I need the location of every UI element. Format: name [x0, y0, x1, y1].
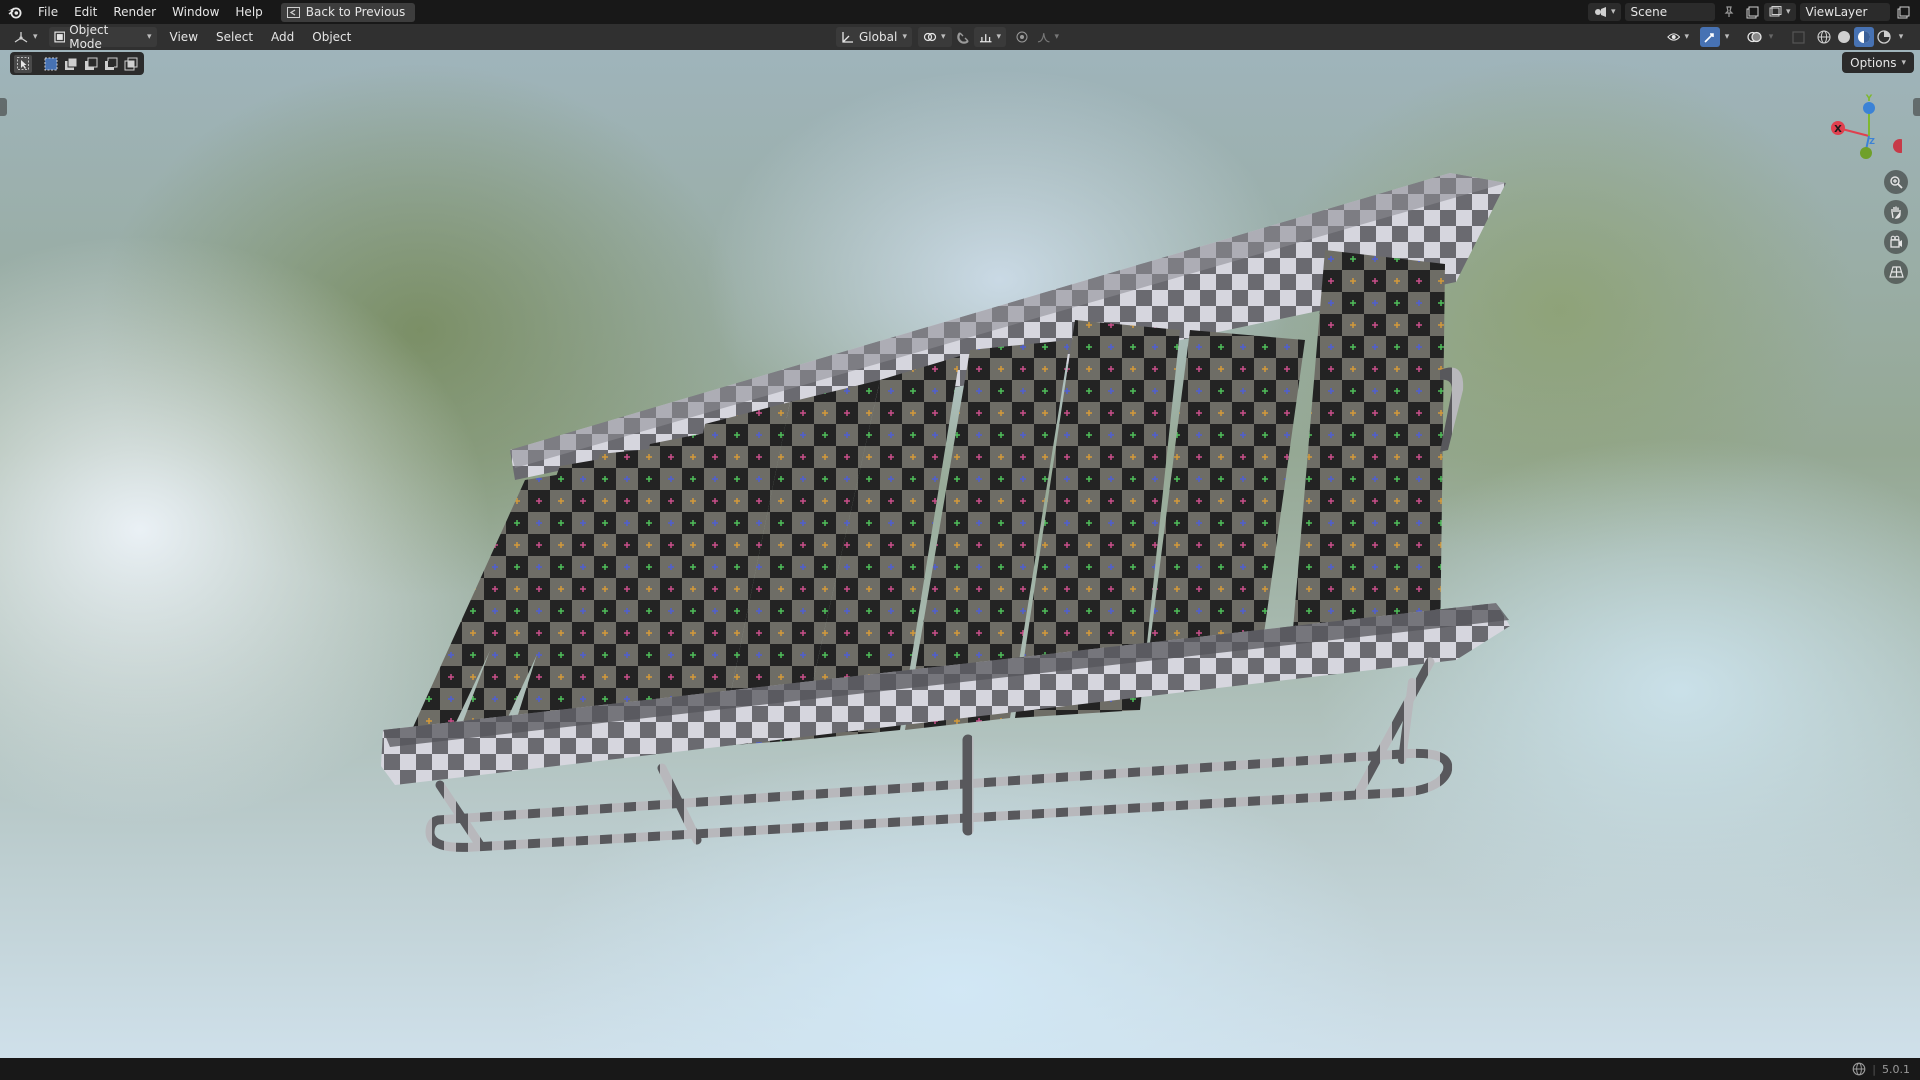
snap-toggle-icon[interactable]	[954, 27, 974, 47]
shading-solid-icon[interactable]	[1834, 27, 1854, 47]
scene-name-field[interactable]: Scene	[1624, 3, 1715, 21]
new-viewlayer-icon[interactable]	[1894, 2, 1914, 22]
shading-material-preview-icon[interactable]	[1854, 27, 1874, 47]
viewport-header: ▾ Object Mode ▾ View Select Add Object G…	[0, 23, 1920, 51]
editor-type-button[interactable]: ▾	[8, 27, 43, 47]
camera-view-icon[interactable]	[1884, 230, 1908, 254]
select-tool-icon[interactable]	[14, 54, 32, 73]
overlays-toggle-icon[interactable]	[1744, 27, 1764, 47]
status-separator: |	[1872, 1062, 1876, 1076]
menu-select[interactable]: Select	[207, 24, 262, 50]
pan-hand-icon[interactable]	[1884, 200, 1908, 224]
gizmo-z-label: Z	[1869, 137, 1875, 146]
window-back-icon	[286, 6, 300, 18]
menu-edit[interactable]: Edit	[66, 0, 105, 24]
perspective-toggle-icon[interactable]	[1884, 260, 1908, 284]
gizmo-y-label: Y	[1865, 94, 1873, 104]
blender-logo-icon[interactable]	[0, 0, 30, 24]
orientation-global-icon	[842, 31, 853, 43]
pivot-point-icon	[923, 32, 937, 42]
snap-target-dropdown[interactable]: ▾	[974, 27, 1006, 47]
object-mode-icon	[53, 31, 65, 43]
3d-viewport-icon	[14, 31, 28, 43]
render-layers-icon	[1769, 6, 1782, 17]
pin-scene-icon[interactable]	[1719, 2, 1739, 22]
select-mode-extend-icon[interactable]	[62, 55, 80, 73]
menu-window[interactable]: Window	[164, 0, 227, 24]
gizmo-y-axis[interactable]	[1860, 147, 1872, 159]
shading-dropdown[interactable]: ▾	[1894, 27, 1908, 47]
object-mode-label: Object Mode	[69, 23, 109, 51]
shading-rendered-icon[interactable]	[1874, 27, 1894, 47]
options-dropdown[interactable]: Options ▾	[1842, 52, 1914, 73]
gizmo-toggle-icon[interactable]	[1700, 27, 1720, 47]
scene-icon	[1595, 7, 1606, 17]
toolbar-expand-tab[interactable]	[0, 98, 7, 116]
select-tool-bar	[10, 52, 144, 75]
menu-view[interactable]: View	[161, 24, 207, 50]
select-mode-invert-icon[interactable]	[102, 55, 120, 73]
gizmo-dropdown[interactable]: ▾	[1720, 27, 1734, 47]
viewlayer-browse-button[interactable]: ▾	[1764, 3, 1796, 21]
gizmo-x-label: X	[1834, 124, 1842, 135]
blender-version: 5.0.1	[1882, 1062, 1910, 1076]
top-menu-bar: File Edit Render Window Help Back to Pre…	[0, 0, 1920, 24]
select-mode-new-icon[interactable]	[42, 55, 60, 73]
xray-toggle-icon[interactable]	[1788, 27, 1808, 47]
visibility-dropdown[interactable]: ▾	[1662, 27, 1694, 47]
menu-render[interactable]: Render	[105, 0, 164, 24]
3d-viewport[interactable]: Options ▾ X Y Z	[0, 50, 1920, 1058]
transform-orientation-dropdown[interactable]: Global ▾	[836, 27, 912, 47]
options-label: Options	[1850, 55, 1897, 70]
viewlayer-name-field[interactable]: ViewLayer	[1799, 3, 1890, 21]
menu-add[interactable]: Add	[262, 24, 303, 50]
falloff-curve-icon	[1037, 33, 1050, 43]
transform-orientation-label: Global	[859, 30, 898, 44]
selectability-visibility-icon	[1667, 33, 1681, 41]
back-to-previous-label: Back to Previous	[305, 5, 406, 19]
menu-object[interactable]: Object	[303, 24, 360, 50]
menu-file[interactable]: File	[30, 0, 66, 24]
3d-model-render	[381, 173, 1510, 852]
new-scene-icon[interactable]	[1743, 2, 1763, 22]
overlays-dropdown[interactable]: ▾	[1764, 27, 1778, 47]
navigation-gizmo[interactable]: X Y Z	[1822, 90, 1902, 170]
sidebar-expand-tab[interactable]	[1913, 98, 1920, 116]
object-mode-dropdown[interactable]: Object Mode ▾	[48, 23, 157, 51]
snap-increment-icon	[979, 34, 992, 43]
shading-wireframe-icon[interactable]	[1814, 27, 1834, 47]
zoom-icon[interactable]	[1884, 170, 1908, 194]
menu-help[interactable]: Help	[227, 0, 270, 24]
pivot-point-dropdown[interactable]: ▾	[918, 27, 952, 47]
proportional-falloff-dropdown[interactable]: ▾	[1032, 27, 1064, 47]
network-globe-icon[interactable]	[1852, 1062, 1866, 1076]
select-mode-intersect-icon[interactable]	[122, 55, 140, 73]
proportional-editing-icon[interactable]	[1012, 27, 1032, 47]
scene-browse-button[interactable]: ▾	[1588, 3, 1621, 21]
select-mode-subtract-icon[interactable]	[82, 55, 100, 73]
gizmo-neg-x-axis[interactable]	[1893, 139, 1902, 153]
back-to-previous-button[interactable]: Back to Previous	[280, 2, 416, 22]
status-bar: | 5.0.1	[0, 1058, 1920, 1080]
